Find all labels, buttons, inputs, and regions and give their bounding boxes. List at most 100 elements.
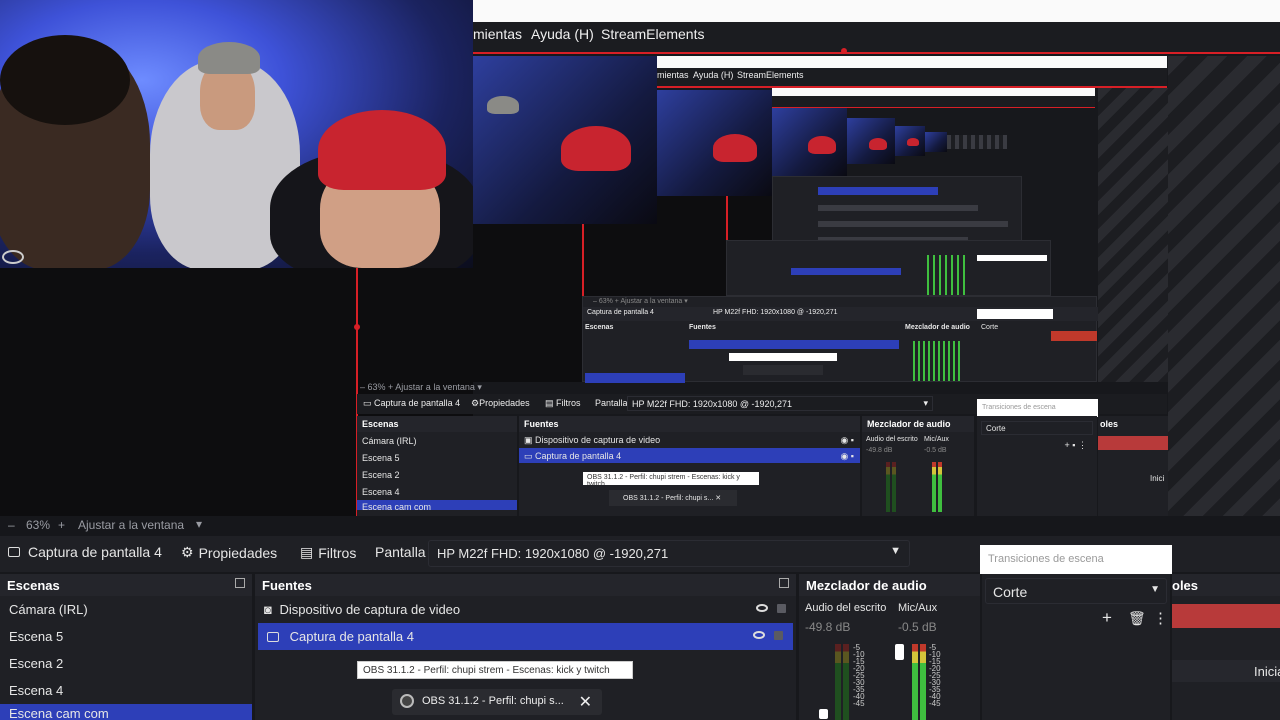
mini-sources-dock: Fuentes ▣ Dispositivo de captura de vide… — [519, 416, 860, 516]
webcam-feed — [0, 0, 473, 268]
mixer-channel-1-db: -49.8 dB — [805, 620, 851, 634]
lock-icon[interactable] — [777, 604, 786, 613]
mixer-scale-2: -5 -10 -15 -20 -25 -30 -35 -40 -45 — [929, 643, 941, 708]
transition-selected: Corte — [993, 584, 1028, 600]
scene-item[interactable]: Escena 4 — [0, 677, 252, 704]
filters-button[interactable]: ▤ Filtros — [300, 544, 356, 561]
person-middle-cap — [198, 42, 260, 74]
taskbar-window-item[interactable]: OBS 31.1.2 - Perfil: chupi s... ✕ — [392, 689, 602, 715]
stream-button[interactable] — [1172, 604, 1280, 628]
scene-item-selected[interactable]: Escena cam com — [0, 704, 252, 720]
meter-ch1-left — [835, 644, 841, 720]
mini-mixer-db2: -0.5 dB — [924, 447, 947, 454]
mini-scene-item: Escena 5 — [362, 453, 400, 463]
start-recording-button[interactable]: Inicia — [1172, 660, 1280, 682]
fit-window-button[interactable]: Ajustar a la ventana — [78, 518, 184, 532]
fit-dropdown-icon[interactable]: ▾ — [196, 517, 202, 531]
mini-scenes-head: Escenas — [357, 416, 517, 432]
transitions-dock: Corte ▼ + 🗑 ⋮ — [982, 574, 1170, 720]
nested-menu-item: mientas — [657, 70, 689, 80]
scene-item[interactable]: Escena 2 — [0, 650, 252, 677]
screen-value: HP M22f FHD: 1920x1080 @ -1920,271 — [437, 546, 669, 561]
nested-webcam-5 — [895, 126, 925, 156]
nested-sources-head: Fuentes — [689, 324, 716, 331]
float-icon[interactable] — [779, 578, 789, 588]
camera-icon: ◙ — [264, 602, 272, 617]
nested-topbar-1 — [657, 56, 1167, 68]
mini-scene-item-selected: Escena cam com — [357, 500, 517, 510]
scenes-dock-header: Escenas — [0, 574, 252, 596]
trash-icon[interactable]: 🗑 — [1128, 610, 1146, 627]
monitor-icon — [8, 547, 20, 557]
transition-select[interactable]: Corte ▼ — [985, 578, 1167, 604]
lock-icon[interactable] — [774, 631, 783, 640]
audio-mixer-dock: Mezclador de audio Audio del escrito Mic… — [799, 574, 980, 720]
scenes-dock: Escenas Cámara (IRL) Escena 5 Escena 2 E… — [0, 574, 252, 720]
source-item-selected[interactable]: Captura de pantalla 4 — [258, 623, 793, 650]
window-tooltip: OBS 31.1.2 - Perfil: chupi strem - Escen… — [357, 661, 633, 679]
zoom-bar: – 63% + Ajustar a la ventana ▾ — [0, 516, 1280, 536]
add-transition-button[interactable]: + — [1102, 608, 1112, 628]
taskbar-label: OBS 31.1.2 - Perfil: chupi s... — [422, 695, 564, 707]
source-item-label: Captura de pantalla 4 — [289, 629, 414, 644]
person-right-cap — [318, 110, 446, 190]
nested-obs-1: – 63% + Ajustar a la ventana ▾ Captura d… — [582, 296, 1098, 383]
nested-webcam-1 — [473, 56, 657, 224]
volume-slider-1[interactable] — [819, 709, 828, 719]
nested-cut: Corte — [981, 324, 999, 331]
scene-item[interactable]: Cámara (IRL) — [0, 596, 252, 623]
mixer-channel-2-db: -0.5 dB — [898, 620, 937, 634]
mini-mixer-head: Mezclador de audio — [862, 416, 974, 432]
menu-item-herramientas[interactable]: mientas — [473, 26, 522, 42]
mini-scene-item: Escena 2 — [362, 470, 400, 480]
mini-scene-item: Escena 4 — [362, 487, 400, 497]
red-marker — [841, 48, 847, 54]
watermark-icon — [2, 250, 24, 264]
close-icon[interactable]: ✕ — [579, 692, 592, 712]
nested-topbar-2 — [772, 88, 1095, 96]
monitor-icon — [267, 632, 279, 642]
mini-screen-dropdown: HP M22f FHD: 1920x1080 @ -1920,271 ▾ — [627, 396, 933, 411]
volume-slider-2[interactable] — [895, 644, 904, 660]
source-name-label: Captura de pantalla 4 — [8, 544, 162, 560]
zoom-out-button[interactable]: – — [8, 518, 15, 532]
eye-icon[interactable] — [756, 604, 768, 612]
mini-source-item: ▣ Dispositivo de captura de video ◉ ▪ — [524, 435, 854, 445]
mini-transitions-dock: Corte + ▪ ⋮ — [977, 416, 1097, 516]
mini-scenes-dock: Escenas Cámara (IRL) Escena 5 Escena 2 E… — [357, 416, 517, 516]
scene-transitions-field[interactable]: Transiciones de escena — [980, 545, 1172, 574]
mini-controls-dock: oles Inici — [1098, 416, 1168, 516]
meter-ch2-right — [920, 644, 926, 720]
more-options-icon[interactable]: ⋮ — [1153, 609, 1168, 627]
mixer-channel-2-name: Mic/Aux — [898, 602, 938, 614]
nested-menubar-1: mientas Ayuda (H) StreamElements — [657, 68, 1167, 88]
mini-transitions: Transiciones de escena — [977, 399, 1098, 417]
nested-webcam-4 — [847, 118, 895, 164]
mini-mixer-ch1: Audio del escrito — [866, 436, 918, 443]
nested-scenes-head: Escenas — [585, 324, 614, 331]
source-item-label: Dispositivo de captura de video — [279, 602, 461, 617]
obs-icon — [400, 694, 414, 708]
menu-item-ayuda[interactable]: Ayuda (H) — [531, 26, 594, 42]
nested-obs-2 — [726, 240, 1051, 296]
mixer-channel-1-name: Audio del escrito — [805, 602, 887, 614]
eye-icon[interactable] — [753, 631, 765, 639]
screen-label: Pantalla — [375, 544, 426, 560]
nested-webcam-2 — [657, 90, 772, 196]
mini-taskbar-item: OBS 31.1.2 - Perfil: chupi s... ✕ — [609, 490, 737, 506]
menu-item-streamelements[interactable]: StreamElements — [601, 26, 704, 42]
properties-button[interactable]: ⚙ Propiedades — [181, 544, 277, 561]
screen-dropdown[interactable]: HP M22f FHD: 1920x1080 @ -1920,271 ▼ — [428, 540, 910, 567]
nested-zoom: – 63% + Ajustar a la ventana ▾ — [593, 298, 688, 305]
mini-props: ⚙Propiedades — [471, 398, 530, 408]
preview-stripes — [1168, 56, 1280, 518]
float-icon[interactable] — [235, 578, 245, 588]
properties-label: Propiedades — [198, 544, 278, 561]
chevron-down-icon: ▼ — [1150, 584, 1160, 595]
zoom-in-button[interactable]: + — [58, 518, 65, 532]
mixer-scale-1: -5 -10 -15 -20 -25 -30 -35 -40 -45 — [853, 643, 865, 708]
controls-title: oles — [1172, 578, 1199, 593]
scene-item[interactable]: Escena 5 — [0, 623, 252, 650]
sources-title: Fuentes — [262, 578, 312, 593]
source-item[interactable]: ◙ Dispositivo de captura de video — [255, 596, 796, 623]
